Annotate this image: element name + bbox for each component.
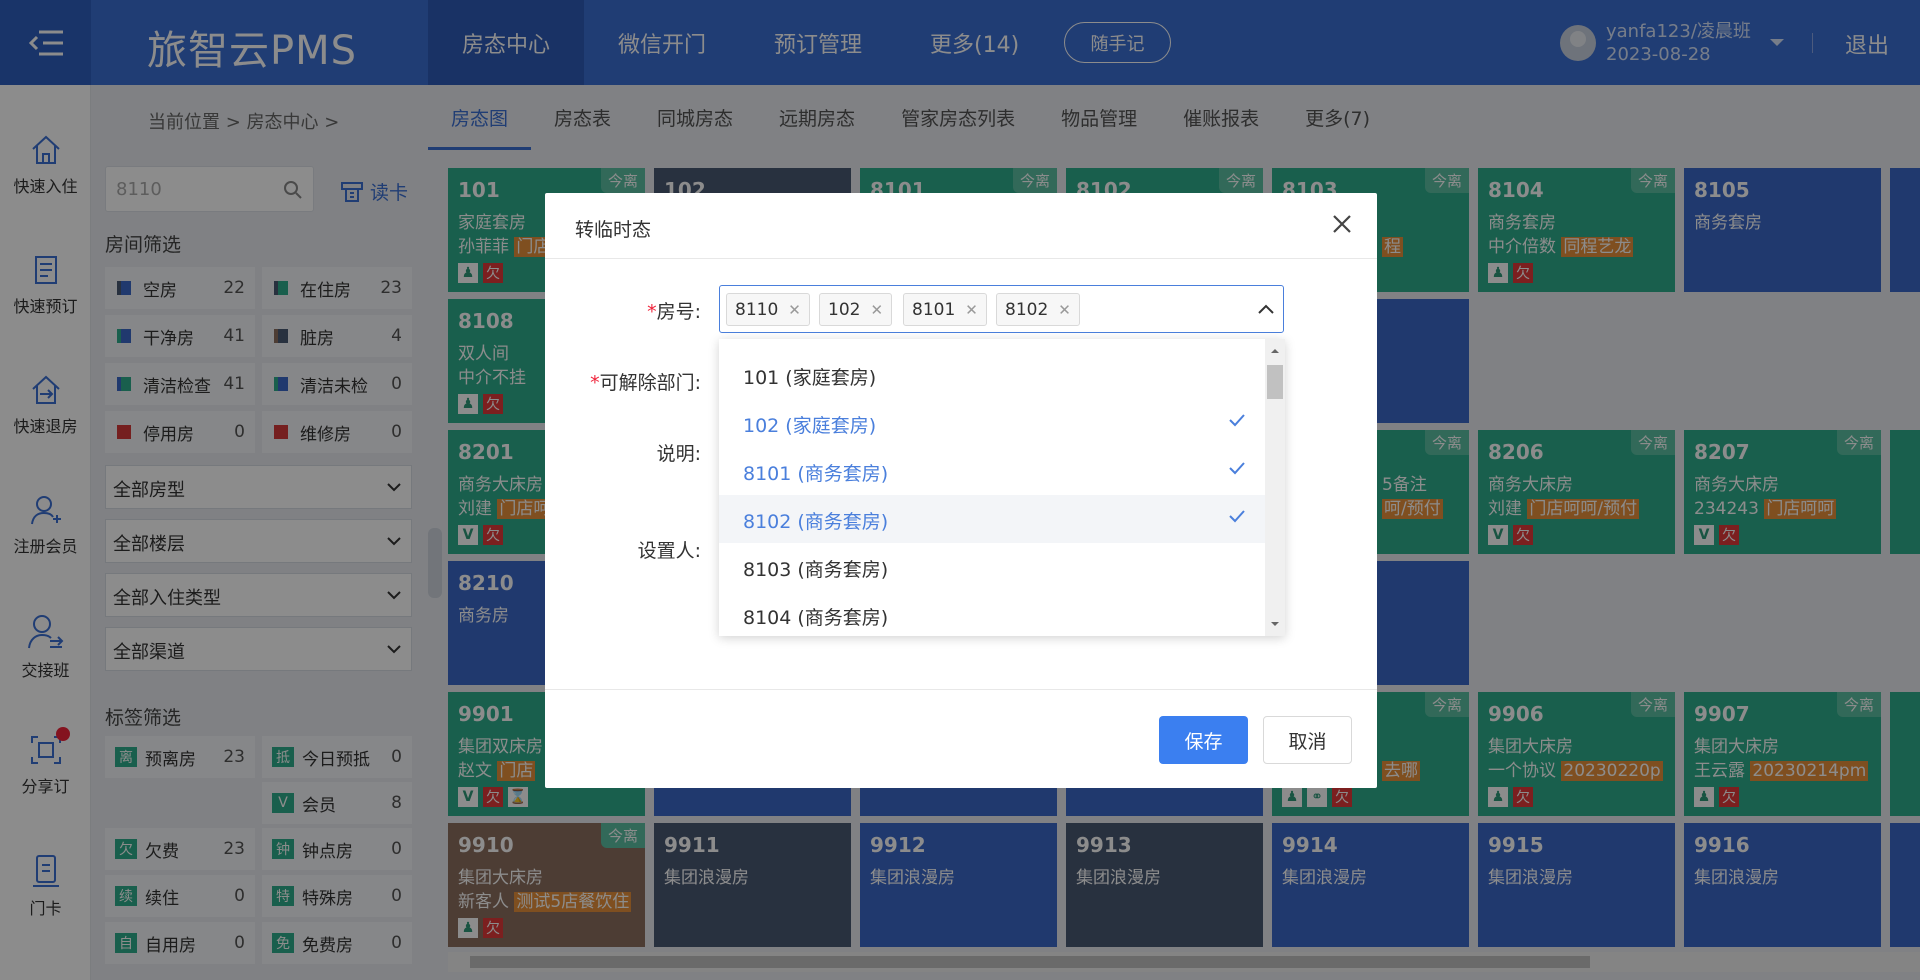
scroll-down-arrow-icon[interactable]	[1265, 616, 1285, 632]
temp-status-dialog: 转临时态 *房号: *可解除部门: 说明: 设置人: 8110 ✕ 102 ✕ 81…	[545, 193, 1377, 788]
room-option[interactable]: 101 (家庭套房)	[719, 351, 1265, 399]
check-icon	[1229, 462, 1245, 475]
chevron-up-icon[interactable]	[1257, 302, 1275, 316]
chip-remove-icon[interactable]: ✕	[1058, 301, 1071, 319]
check-icon	[1229, 510, 1245, 523]
check-icon	[1229, 414, 1245, 427]
save-button[interactable]: 保存	[1159, 716, 1248, 764]
room-option[interactable]: 8101 (商务套房)	[719, 447, 1265, 495]
dropdown-scrollbar[interactable]	[1265, 339, 1285, 636]
dept-label: *可解除部门:	[590, 372, 701, 394]
selected-room-chip: 8102 ✕	[996, 293, 1080, 326]
room-multi-select[interactable]: 8110 ✕ 102 ✕ 8101 ✕ 8102 ✕	[719, 285, 1284, 333]
chip-remove-icon[interactable]: ✕	[965, 301, 978, 319]
note-label: 说明:	[656, 443, 701, 465]
room-options-dropdown: 101 (家庭套房) 102 (家庭套房) 8101 (商务套房) 8102 (…	[719, 339, 1285, 636]
selected-room-chip: 8110 ✕	[726, 293, 810, 326]
room-option[interactable]: 8103 (商务套房)	[719, 543, 1265, 591]
dialog-header: 转临时态	[545, 193, 1377, 259]
selected-room-chip: 102 ✕	[819, 293, 893, 326]
scroll-up-arrow-icon[interactable]	[1265, 343, 1285, 359]
setter-label: 设置人:	[637, 540, 701, 562]
chip-remove-icon[interactable]: ✕	[788, 301, 801, 319]
cancel-button[interactable]: 取消	[1263, 716, 1352, 764]
room-option[interactable]: 8104 (商务套房)	[719, 591, 1265, 639]
room-option[interactable]: 102 (家庭套房)	[719, 399, 1265, 447]
scrollbar-thumb[interactable]	[1267, 365, 1283, 399]
dialog-footer-divider	[545, 689, 1377, 690]
dialog-title: 转临时态	[575, 219, 652, 241]
selected-room-chip: 8101 ✕	[903, 293, 987, 326]
room-label: *房号:	[647, 301, 701, 323]
close-icon[interactable]	[1331, 213, 1353, 235]
chip-remove-icon[interactable]: ✕	[870, 301, 883, 319]
room-option[interactable]: 8102 (商务套房)	[719, 495, 1265, 543]
